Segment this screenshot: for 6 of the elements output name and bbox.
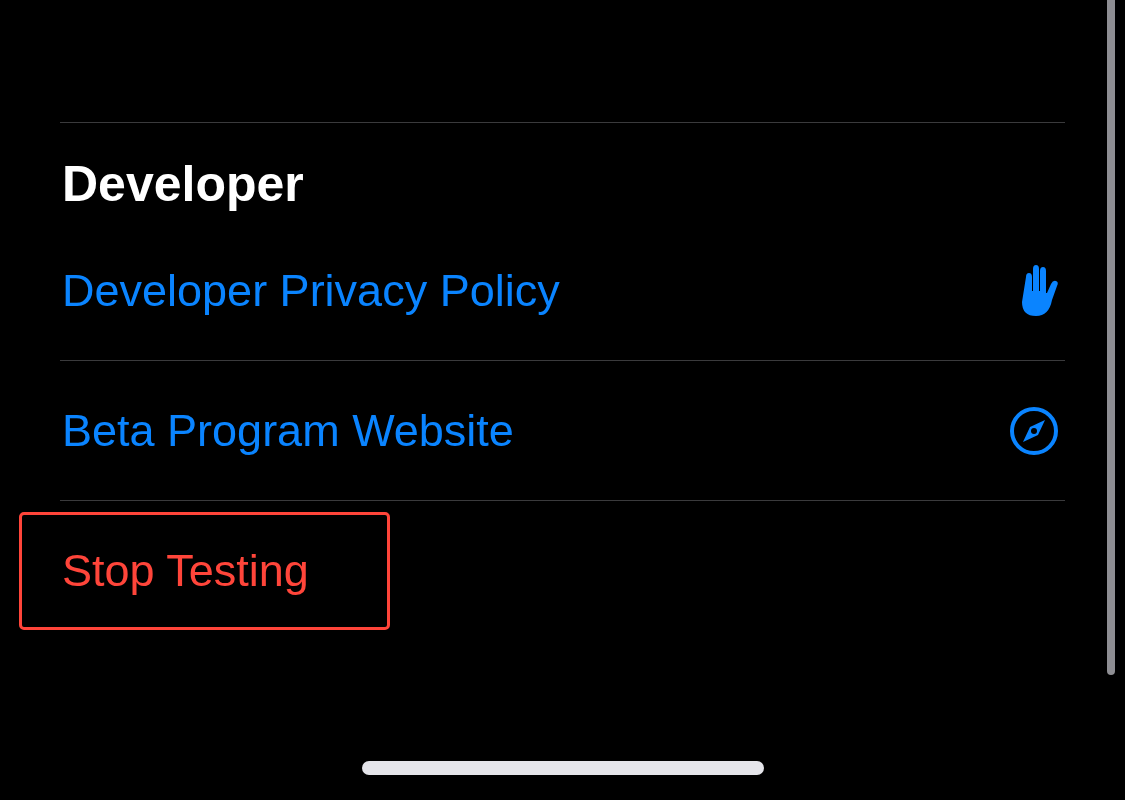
section-title: Developer xyxy=(61,155,305,214)
compass-icon xyxy=(1008,404,1060,457)
link[interactable]: Developer Privacy Policy xyxy=(62,264,560,317)
scrollbar[interactable] xyxy=(1107,0,1115,675)
link[interactable]: Beta Program Website xyxy=(62,404,514,457)
stop-testing-button[interactable]: Stop Testing xyxy=(19,512,390,630)
